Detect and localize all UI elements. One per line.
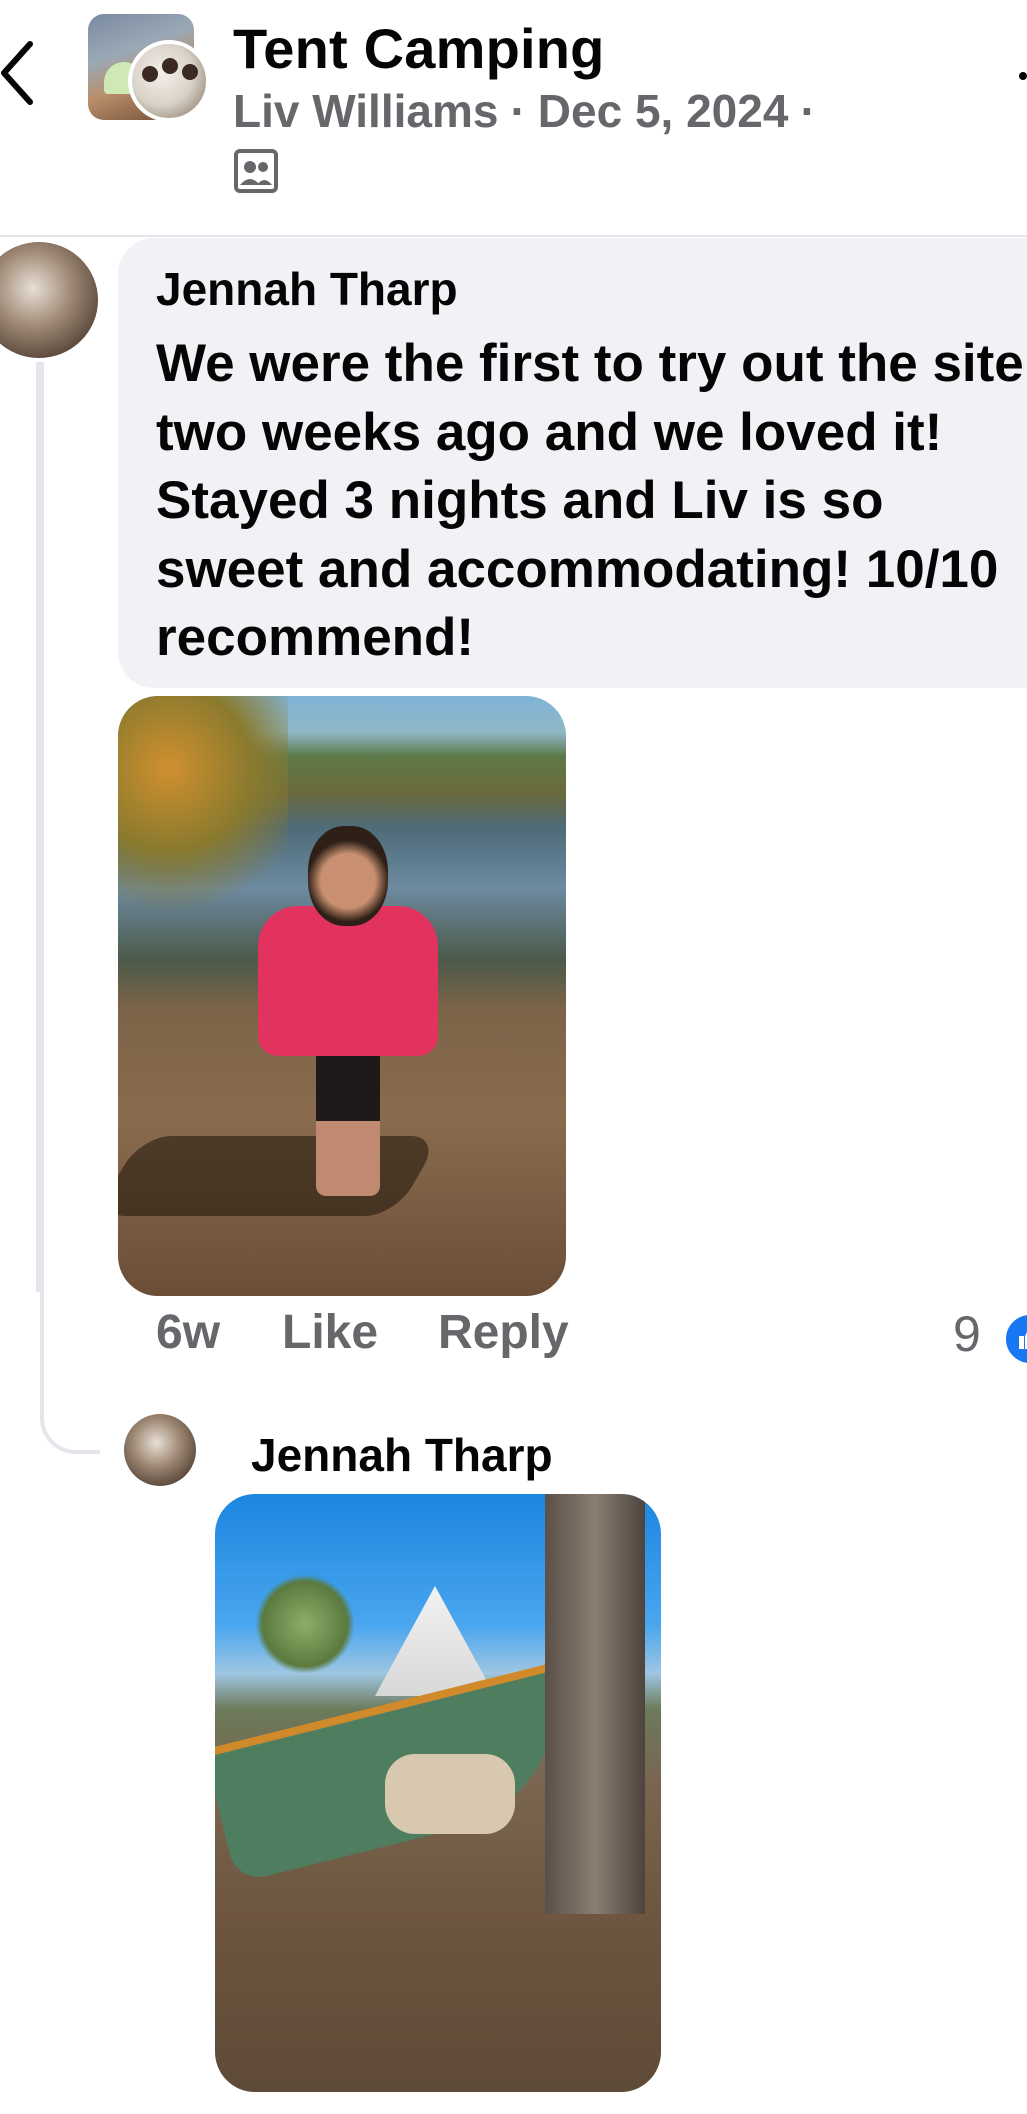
reply-photo-hammock[interactable] [215, 1494, 661, 2092]
comment-timestamp[interactable]: 6w [156, 1305, 220, 1360]
like-reaction-badge[interactable] [1003, 1312, 1027, 1366]
thread-line [36, 362, 44, 1292]
author-avatar [128, 40, 210, 122]
more-options-icon[interactable] [1019, 72, 1027, 80]
like-icon [1019, 1332, 1027, 1349]
like-button[interactable]: Like [282, 1305, 378, 1360]
back-arrow-icon[interactable] [0, 38, 40, 108]
meta-separator: · [510, 85, 526, 137]
reply-author-avatar[interactable] [124, 1414, 196, 1486]
group-members-icon [234, 149, 278, 193]
commenter-avatar[interactable] [0, 242, 98, 358]
comment-author[interactable]: Jennah Tharp [156, 262, 458, 316]
group-avatar[interactable] [88, 14, 210, 122]
group-title[interactable]: Tent Camping [233, 16, 605, 81]
reply-author[interactable]: Jennah Tharp [251, 1428, 553, 1482]
thread-connector [40, 1290, 100, 1454]
comment-text: We were the first to try out the site tw… [156, 334, 1024, 667]
reaction-count[interactable]: 9 [953, 1305, 981, 1363]
post-meta: Liv Williams · Dec 5, 2024 · [233, 84, 828, 138]
meta-separator: · [800, 85, 816, 137]
comment-photo-girl-fishing[interactable] [118, 696, 566, 1296]
post-header: Tent Camping Liv Williams · Dec 5, 2024 · [0, 0, 1027, 237]
post-author[interactable]: Liv Williams [233, 85, 498, 137]
post-date[interactable]: Dec 5, 2024 [538, 85, 789, 137]
reply-button[interactable]: Reply [438, 1305, 569, 1360]
